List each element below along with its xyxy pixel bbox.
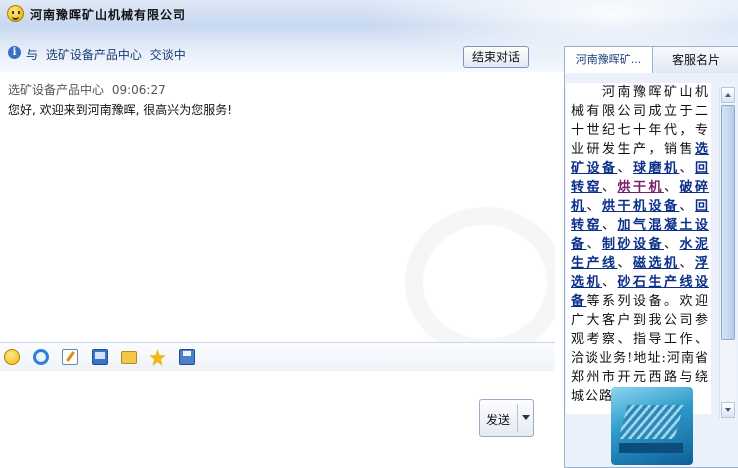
intro-link[interactable]: 制砂设备	[602, 237, 664, 252]
info-icon: i	[8, 46, 21, 59]
company-intro: 河南豫晖矿山机械有限公司成立于二十世纪七十年代，专业研发生产，销售选矿设备、球磨…	[566, 83, 711, 414]
tab-company-intro[interactable]: 河南豫晖矿...	[565, 47, 653, 73]
smiley-icon[interactable]	[4, 349, 20, 365]
message-text: 您好, 欢迎来到河南豫晖, 很高兴为您服务!	[8, 103, 233, 117]
chat-with-name: 选矿设备产品中心	[45, 48, 142, 62]
chat-toolbar	[0, 342, 555, 372]
message-header: 选矿设备产品中心 09:06:27	[8, 81, 166, 98]
star-icon[interactable]	[149, 349, 166, 366]
screenshot-icon[interactable]	[92, 349, 108, 365]
save-icon[interactable]	[179, 349, 195, 365]
tab-service-card[interactable]: 客服名片	[653, 47, 738, 73]
message-time: 09:06:27	[111, 83, 166, 97]
scroll-up-icon[interactable]	[721, 87, 735, 103]
scroll-down-icon[interactable]	[721, 402, 735, 418]
note-icon[interactable]	[62, 349, 78, 365]
intro-link[interactable]: 磁选机	[633, 256, 679, 271]
watermark-logo	[405, 207, 555, 342]
company-name: 河南豫晖矿山机械有限公司	[30, 8, 187, 22]
message-input[interactable]	[0, 371, 555, 468]
send-separator	[517, 404, 518, 432]
intro-scrollbar[interactable]	[719, 87, 736, 418]
end-chat-button[interactable]: 结束对话	[463, 46, 529, 68]
intro-lead: 河南豫晖矿山机械有限公司成立于二十世纪七十年代，专业研发生产，销售	[571, 85, 709, 157]
chat-transcript[interactable]: 选矿设备产品中心 09:06:27 您好, 欢迎来到河南豫晖, 很高兴为您服务!	[0, 72, 555, 342]
chat-with-suffix: 交谈中	[149, 48, 186, 62]
chevron-down-icon[interactable]	[522, 415, 530, 420]
folder-icon[interactable]	[121, 351, 137, 364]
intro-link[interactable]: 烘干机	[617, 180, 663, 195]
product-image[interactable]	[611, 387, 693, 465]
side-panel: 河南豫晖矿... 客服名片 河南豫晖矿山机械有限公司成立于二十世纪七十年代，专业…	[564, 46, 738, 468]
smiley-logo-icon	[7, 5, 24, 22]
chat-with-prefix: 与	[26, 48, 39, 62]
send-button[interactable]: 发送	[479, 399, 534, 437]
ie-icon[interactable]	[33, 349, 49, 365]
intro-link[interactable]: 球磨机	[633, 161, 679, 176]
send-label: 发送	[486, 413, 511, 427]
chat-status: 与 选矿设备产品中心 交谈中	[26, 46, 186, 63]
intro-link[interactable]: 烘干机设备	[602, 199, 679, 214]
scroll-thumb[interactable]	[721, 105, 735, 340]
message-sender: 选矿设备产品中心	[8, 83, 105, 97]
